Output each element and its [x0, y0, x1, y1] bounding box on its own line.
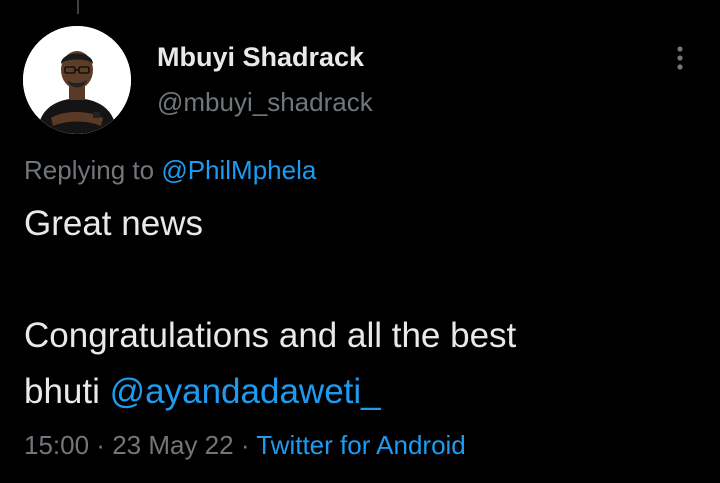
meta-separator: · [89, 430, 113, 460]
tweet-metadata: 15:00 · 23 May 22 · Twitter for Android [24, 430, 466, 461]
thread-connector-line [77, 0, 79, 14]
tweet-mention-link[interactable]: @ayandadaweti_ [110, 372, 381, 411]
avatar[interactable] [23, 26, 131, 134]
reply-mention-link[interactable]: @PhilMphela [161, 155, 316, 185]
author-display-name[interactable]: Mbuyi Shadrack [157, 42, 364, 73]
replying-to: Replying to @PhilMphela [24, 155, 316, 186]
more-options-button[interactable] [664, 40, 696, 76]
tweet-date[interactable]: 23 May 22 [112, 430, 233, 460]
tweet-source-link[interactable]: Twitter for Android [256, 430, 466, 460]
author-handle[interactable]: @mbuyi_shadrack [157, 87, 373, 118]
tweet-time[interactable]: 15:00 [24, 430, 89, 460]
tweet-text-segment: bhuti [24, 372, 110, 411]
tweet-text-line: bhuti @ayandadaweti_ [24, 364, 516, 420]
tweet-text-line: Congratulations and all the best [24, 316, 517, 355]
tweet-text-blank-line [24, 252, 516, 308]
replying-to-label: Replying to [24, 155, 162, 185]
meta-separator: · [233, 430, 257, 460]
tweet-text-line: Great news [24, 204, 203, 243]
profile-photo [23, 26, 131, 134]
more-vertical-icon [677, 46, 683, 70]
tweet-body: Great news Congratulations and all the b… [24, 196, 516, 420]
